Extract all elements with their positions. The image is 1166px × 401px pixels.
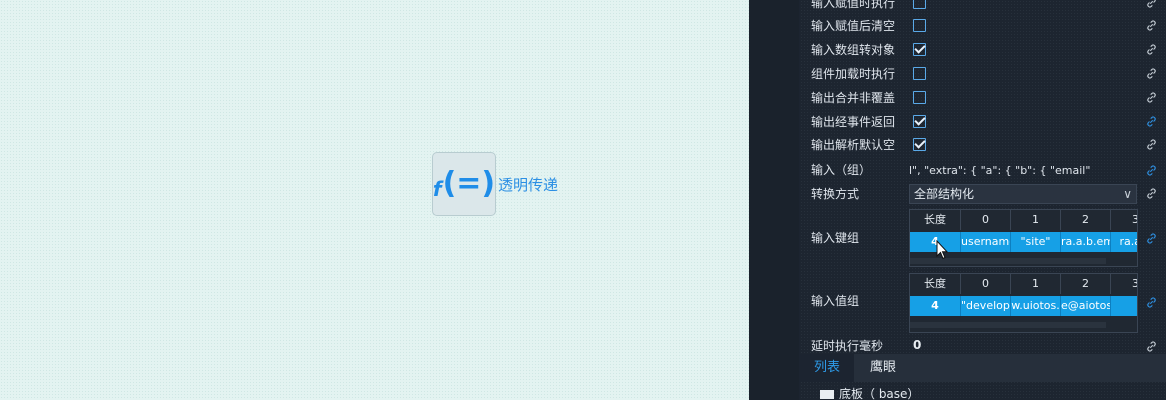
grid-value-cell[interactable] (1111, 296, 1137, 316)
row-output-via-event: 输出经事件返回 (811, 112, 931, 132)
grid-header-cell: 0 (961, 210, 1011, 230)
row-value-group: 输入值组 (811, 291, 901, 311)
tab-eagle-eye[interactable]: 鹰眼 (870, 354, 896, 382)
grid-value-cell[interactable]: w.uiotos. (1011, 296, 1061, 316)
row-label: 输入赋值后清空 (811, 19, 896, 33)
tree-item-base[interactable]: 底板（ base） (820, 387, 919, 401)
value-grid-values: 4 "develop" w.uiotos. e@aiotos (910, 296, 1137, 316)
row-label: 输入值组 (811, 294, 860, 308)
row-clear-after-input: 输入赋值后清空 (811, 16, 931, 36)
checkbox-merge-output[interactable] (913, 91, 926, 104)
convert-mode-value: 全部结构化 (914, 187, 975, 201)
row-output-parse-empty: 输出解析默认空 (811, 135, 931, 155)
grid-header-cell: 2 (1061, 274, 1111, 294)
row-delay: 延时执行毫秒 (811, 336, 901, 356)
tab-list[interactable]: 列表 (800, 354, 854, 382)
row-label: 输入（组） (811, 163, 872, 177)
row-label: 输入键组 (811, 231, 860, 245)
row-convert: 转换方式 (811, 184, 901, 204)
link-icon-active[interactable] (1144, 115, 1158, 129)
row-exec-on-input: 输入赋值时执行 (811, 0, 931, 13)
link-icon[interactable] (1144, 43, 1158, 57)
node-label: 透明传递 (498, 175, 559, 194)
link-icon[interactable] (1144, 19, 1158, 33)
link-icon[interactable] (1144, 67, 1158, 81)
transparent-pass-node[interactable]: f (=) 透明传递 (432, 152, 558, 216)
grid-value-cell[interactable]: ra.a.b (1111, 232, 1137, 252)
value-group-grid[interactable]: 长度 0 1 2 3 4 "develop" w.uiotos. e@aioto… (909, 273, 1138, 333)
grid-value-cell[interactable]: ra.a.b.em (1061, 232, 1111, 252)
link-icon[interactable] (1144, 91, 1158, 105)
key-grid-header: 长度 0 1 2 3 (910, 210, 1137, 230)
checkbox-clear-after-input[interactable] (913, 19, 926, 32)
bottom-tab-bar: 列表 鹰眼 (800, 354, 1166, 382)
row-label: 延时执行毫秒 (811, 339, 884, 353)
value-grid-scrollbar[interactable] (910, 322, 1106, 328)
design-canvas[interactable]: f (=) 透明传递 (0, 0, 749, 400)
row-label: 输出经事件返回 (811, 115, 896, 129)
checkbox-exec-on-input[interactable] (913, 0, 926, 9)
checkbox-exec-on-load[interactable] (913, 67, 926, 80)
grid-header-cell: 1 (1011, 274, 1061, 294)
grid-header-cell: 1 (1011, 210, 1061, 230)
grid-header-cell: 长度 (910, 274, 961, 294)
link-icon-active[interactable] (1144, 232, 1158, 246)
row-label: 输入赋值时执行 (811, 0, 896, 10)
grid-value-cell[interactable]: e@aiotos (1061, 296, 1111, 316)
grid-header-cell: 长度 (910, 210, 961, 230)
function-equals-icon: f (=) (432, 152, 496, 216)
grid-value-cell[interactable]: "site" (1011, 232, 1061, 252)
checkbox-output-parse-empty[interactable] (913, 138, 926, 151)
link-icon[interactable] (1144, 0, 1158, 10)
row-array-to-object: 输入数组转对象 (811, 40, 931, 60)
layer-icon (820, 390, 834, 399)
link-icon-active[interactable] (1144, 164, 1158, 178)
value-grid-header: 长度 0 1 2 3 (910, 274, 1137, 294)
panel-gutter (749, 0, 799, 400)
row-label: 转换方式 (811, 187, 860, 201)
grid-header-cell: 2 (1061, 210, 1111, 230)
input-group-field[interactable]: l", "extra": { "a": { "b": { "email" (909, 161, 1137, 181)
link-icon[interactable] (1144, 138, 1158, 152)
delay-value[interactable]: 0 (913, 338, 921, 352)
row-exec-on-load: 组件加载时执行 (811, 64, 931, 84)
row-merge-output: 输出合并非覆盖 (811, 88, 931, 108)
row-label: 输出合并非覆盖 (811, 91, 896, 105)
tree-item-label: 底板（ base） (839, 387, 920, 401)
grid-header-cell: 3 (1111, 274, 1137, 294)
row-label: 输入数组转对象 (811, 43, 896, 57)
chevron-down-icon: ∨ (1123, 187, 1132, 201)
grid-header-cell: 3 (1111, 210, 1137, 230)
convert-mode-select[interactable]: 全部结构化 ∨ (909, 184, 1137, 204)
mouse-pointer-icon (936, 240, 948, 260)
link-icon[interactable] (1144, 340, 1158, 354)
link-icon-active[interactable] (1144, 296, 1158, 310)
row-input-group: 输入（组） (811, 160, 901, 180)
checkbox-array-to-object[interactable] (913, 43, 926, 56)
row-label: 组件加载时执行 (811, 67, 896, 81)
row-key-group: 输入键组 (811, 228, 901, 248)
row-label: 输出解析默认空 (811, 138, 896, 152)
link-icon[interactable] (1144, 187, 1158, 201)
grid-value-cell[interactable]: username (961, 232, 1011, 252)
grid-value-cell[interactable]: "develop" (961, 296, 1011, 316)
grid-value-cell[interactable]: 4 (910, 296, 961, 316)
grid-header-cell: 0 (961, 274, 1011, 294)
checkbox-output-via-event[interactable] (913, 115, 926, 128)
